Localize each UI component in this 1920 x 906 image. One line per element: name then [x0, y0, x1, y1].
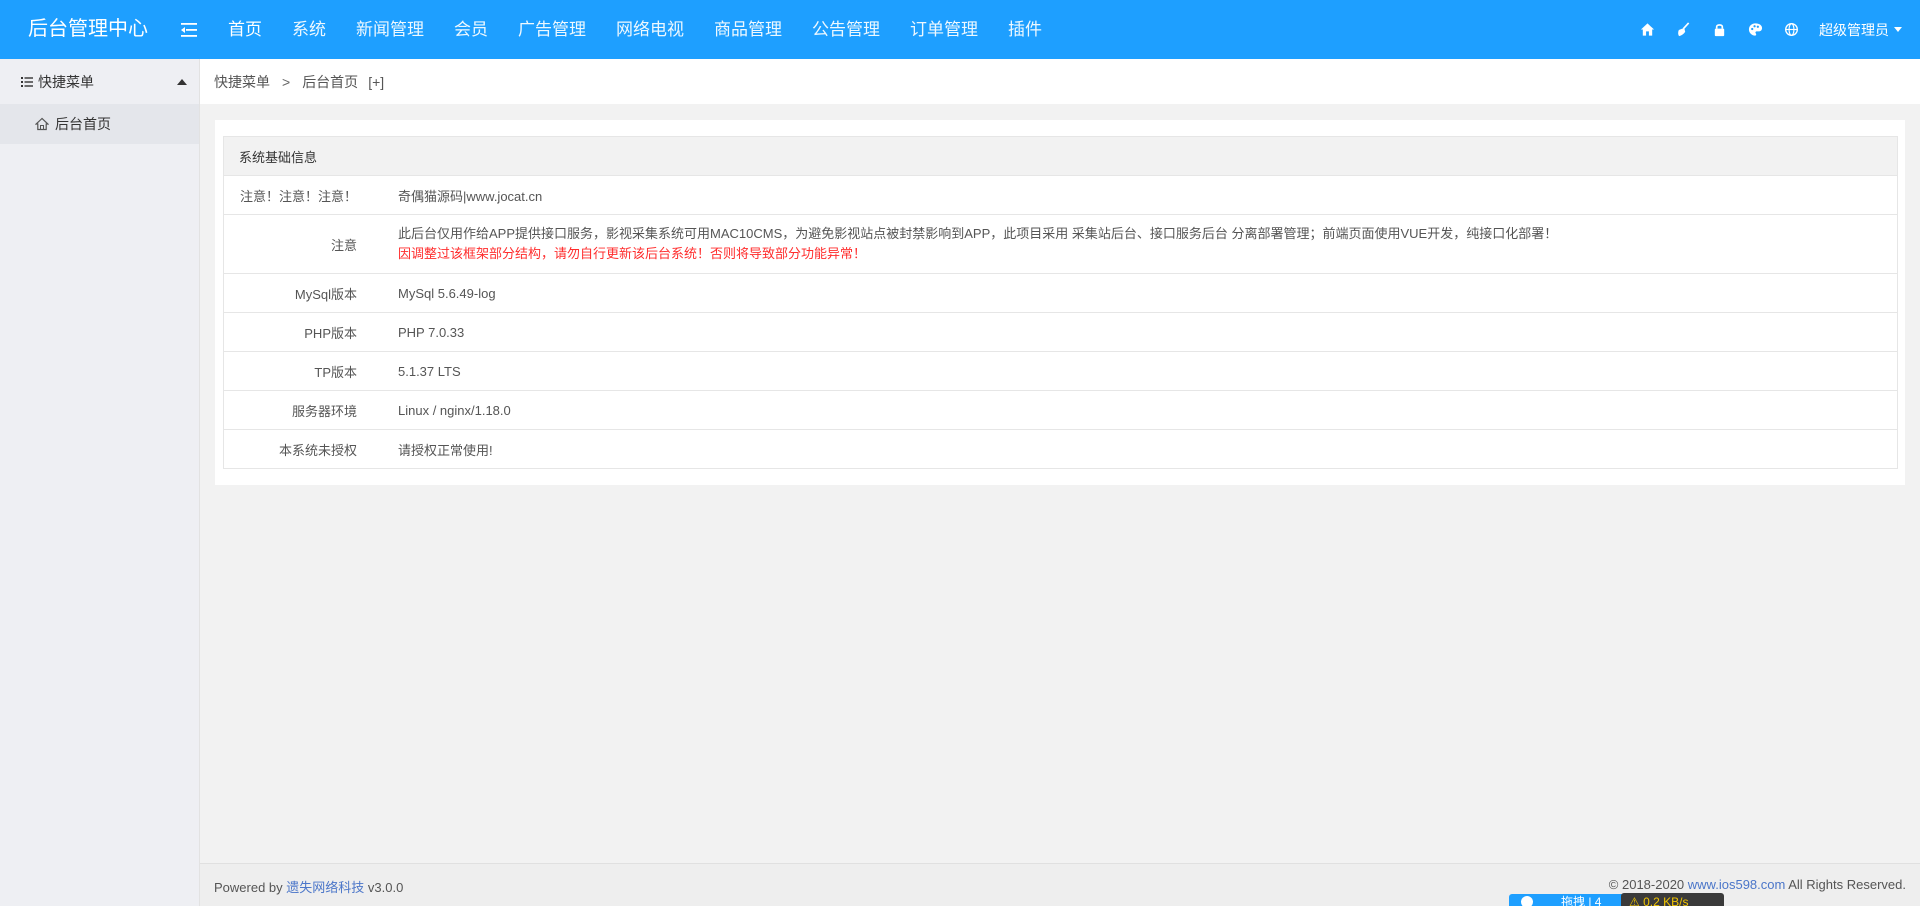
row-label: 本系统未授权 — [278, 442, 357, 458]
row-label: MySql版本 — [294, 286, 357, 302]
row-value: 此后台仅用作给APP提供接口服务，影视采集系统可用MAC10CMS，为避免影视站… — [369, 215, 1557, 273]
nav-orders[interactable]: 订单管理 — [895, 0, 993, 59]
copyright-suffix: All Rights Reserved. — [1785, 877, 1906, 892]
row-label: PHP版本 — [304, 325, 357, 341]
network-speed-text: ⚠ 0.2 KB/s — [1629, 895, 1689, 906]
table-row: 注意！注意！注意！ 奇偶猫源码|www.jocat.cn — [224, 176, 1897, 215]
table-row: TP版本 5.1.37 LTS — [224, 352, 1897, 391]
row-value: 请授权正常使用! — [398, 442, 493, 458]
floating-drag-widget[interactable]: 拖拽 | 4 — [1509, 894, 1629, 906]
network-speed-widget[interactable]: ⚠ 0.2 KB/s — [1621, 893, 1724, 906]
admin-user-menu[interactable]: 超级管理员 — [1819, 20, 1902, 40]
powered-by-link[interactable]: 遗失网络科技 — [286, 880, 364, 895]
sidebar-item-label: 后台首页 — [55, 116, 111, 132]
table-row: MySql版本 MySql 5.6.49-log — [224, 274, 1897, 313]
table-row: PHP版本 PHP 7.0.33 — [224, 313, 1897, 352]
globe-icon[interactable] — [1773, 0, 1809, 59]
row-label: 注意 — [330, 237, 357, 253]
home-icon[interactable] — [1629, 0, 1665, 59]
sidebar-item-dashboard[interactable]: 后台首页 — [0, 104, 199, 144]
list-icon — [21, 76, 33, 87]
breadcrumb: 快捷菜单 > 后台首页 [+] — [200, 59, 1920, 104]
copyright-prefix: © 2018-2020 — [1608, 877, 1688, 892]
row-value: MySql 5.6.49-log — [398, 285, 496, 301]
table-row: 服务器环境 Linux / nginx/1.18.0 — [224, 391, 1897, 430]
sidebar-quick-menu-header[interactable]: 快捷菜单 — [0, 59, 199, 104]
row-label: TP版本 — [314, 364, 357, 380]
nav-members[interactable]: 会员 — [439, 0, 503, 59]
top-nav: 首页 系统 新闻管理 会员 广告管理 网络电视 商品管理 公告管理 订单管理 插… — [213, 0, 1057, 59]
system-info-title: 系统基础信息 — [224, 137, 1897, 176]
breadcrumb-quick-menu[interactable]: 快捷菜单 — [214, 72, 270, 92]
nav-products[interactable]: 商品管理 — [699, 0, 797, 59]
footer-powered-by: Powered by 遗失网络科技 v3.0.0 — [214, 877, 403, 896]
breadcrumb-dashboard[interactable]: 后台首页 — [302, 72, 358, 92]
powered-prefix: Powered by — [214, 880, 287, 895]
theme-icon[interactable] — [1737, 0, 1773, 59]
row-value: 奇偶猫源码|www.jocat.cn — [398, 188, 543, 204]
nav-network-tv[interactable]: 网络电视 — [601, 0, 699, 59]
widget-avatar-icon — [1521, 896, 1533, 906]
row-value: PHP 7.0.33 — [398, 324, 465, 340]
add-shortcut-button[interactable]: [+] — [368, 74, 384, 90]
nav-home[interactable]: 首页 — [213, 0, 277, 59]
top-header: 后台管理中心 首页 系统 新闻管理 会员 广告管理 网络电视 商品管理 公告管理… — [0, 0, 1920, 59]
warning-text: 因调整过该框架部分结构，请勿自行更新该后台系统！否则将导致部分功能异常！ — [398, 246, 867, 261]
sidebar-header-label: 快捷菜单 — [38, 73, 94, 90]
nav-plugins[interactable]: 插件 — [993, 0, 1057, 59]
row-value: Linux / nginx/1.18.0 — [398, 402, 511, 418]
row-label: 服务器环境 — [291, 403, 357, 419]
table-row: 本系统未授权 请授权正常使用! — [224, 430, 1897, 468]
sidebar: 快捷菜单 后台首页 — [0, 59, 200, 906]
nav-ads[interactable]: 广告管理 — [503, 0, 601, 59]
copyright-link[interactable]: www.ios598.com — [1688, 877, 1786, 892]
content-panel: 系统基础信息 注意！注意！注意！ 奇偶猫源码|www.jocat.cn 注意 此… — [215, 120, 1905, 485]
admin-label: 超级管理员 — [1819, 21, 1889, 38]
chevron-down-icon — [1894, 27, 1902, 32]
row-label: 注意！注意！注意！ — [239, 188, 357, 204]
table-row: 注意 此后台仅用作给APP提供接口服务，影视采集系统可用MAC10CMS，为避免… — [224, 215, 1897, 274]
nav-system[interactable]: 系统 — [277, 0, 341, 59]
footer-copyright: © 2018-2020 www.ios598.com All Rights Re… — [1609, 877, 1906, 892]
collapse-arrow-icon[interactable] — [177, 79, 187, 85]
menu-toggle-icon[interactable] — [178, 19, 200, 41]
widget-label: 拖拽 | 4 — [1561, 895, 1602, 906]
header-toolbar: 超级管理员 — [1629, 0, 1902, 59]
nav-news[interactable]: 新闻管理 — [341, 0, 439, 59]
system-info-table: 系统基础信息 注意！注意！注意！ 奇偶猫源码|www.jocat.cn 注意 此… — [223, 136, 1898, 469]
home-outline-icon — [35, 117, 49, 131]
app-logo[interactable]: 后台管理中心 — [28, 0, 148, 59]
notice-text: 此后台仅用作给APP提供接口服务，影视采集系统可用MAC10CMS，为避免影视站… — [398, 226, 1558, 241]
nav-announcements[interactable]: 公告管理 — [797, 0, 895, 59]
version-text: v3.0.0 — [364, 880, 404, 895]
breadcrumb-separator: > — [282, 73, 291, 90]
row-value: 5.1.37 LTS — [398, 363, 461, 379]
lock-icon[interactable] — [1701, 0, 1737, 59]
clear-cache-icon[interactable] — [1665, 0, 1701, 59]
